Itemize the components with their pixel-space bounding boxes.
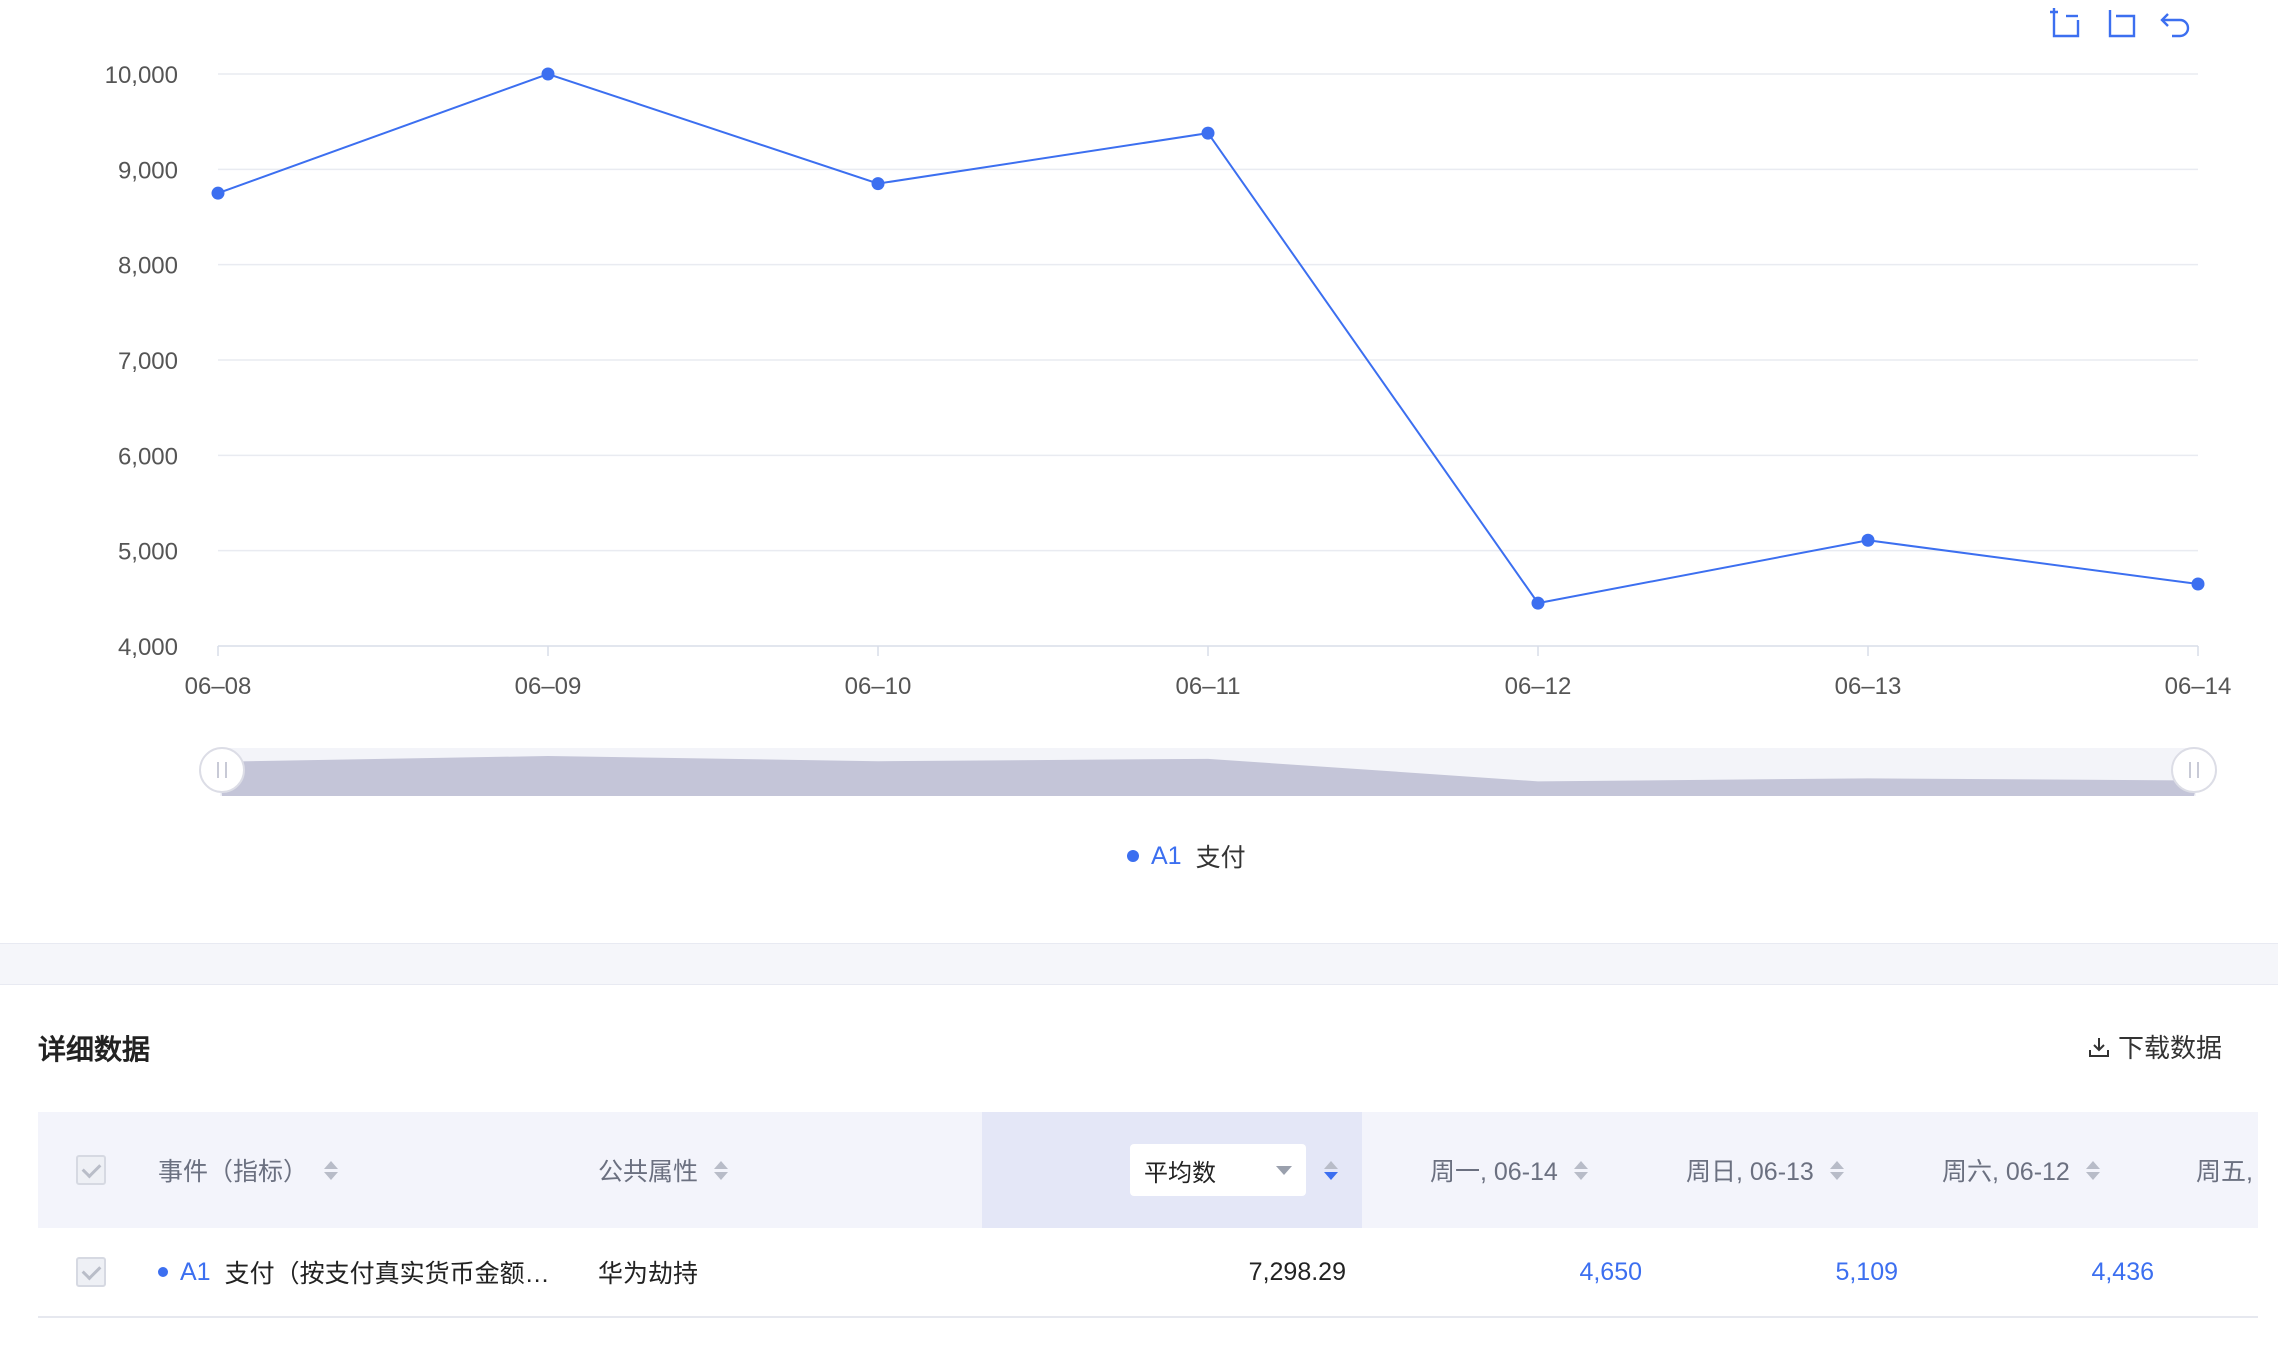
zoom-slider-handle[interactable] <box>199 747 245 793</box>
download-icon <box>2088 1037 2109 1057</box>
sort-icon[interactable] <box>1573 1160 1588 1180</box>
y-tick-label: 4,000 <box>118 634 178 661</box>
x-tick-label: 06–13 <box>1835 673 1902 700</box>
y-tick-label: 10,000 <box>105 62 178 89</box>
table-header: 事件（指标） 公共属性 平均数 周一, 06-14 周日, 06-13 周六, … <box>38 1112 2258 1228</box>
header-property[interactable]: 公共属性 <box>598 1112 729 1228</box>
zoom-reset-icon[interactable] <box>2108 10 2136 38</box>
header-date-2-label: 周日, 06-13 <box>1686 1158 1814 1186</box>
line-chart: 4,000 5,000 6,000 7,000 8,000 9,000 10,000 06–… <box>105 62 2232 796</box>
event-marker <box>158 1267 168 1277</box>
y-tick-label: 8,000 <box>118 253 178 280</box>
row-event-code: A1 <box>180 1257 211 1286</box>
aggregate-select-value: 平均数 <box>1144 1159 1216 1187</box>
header-property-label: 公共属性 <box>598 1158 699 1186</box>
y-tick-label: 6,000 <box>118 443 178 470</box>
header-date-1[interactable]: 周一, 06-14 <box>1430 1112 1588 1228</box>
data-point <box>2191 577 2205 591</box>
data-point <box>1531 596 1545 610</box>
y-tick-label: 7,000 <box>118 348 178 375</box>
header-date-4[interactable]: 周五, <box>2196 1112 2253 1228</box>
legend-marker <box>1127 850 1139 862</box>
table-row[interactable]: A1 支付（按支付真实货币金额… 华为劫持 7,298.29 4,650 5,1… <box>38 1228 2258 1318</box>
row-value-date-3[interactable]: 4,436 <box>1910 1228 2154 1316</box>
zoom-area-icon[interactable] <box>2050 8 2080 38</box>
chart-legend[interactable]: A1 支付 <box>1127 838 1246 874</box>
series-line <box>217 72 2199 605</box>
data-point <box>1861 533 1875 547</box>
section-title: 详细数据 <box>38 1034 151 1065</box>
legend-code: A1 <box>1151 841 1182 870</box>
sort-icon[interactable] <box>714 1160 729 1180</box>
row-average: 7,298.29 <box>1248 1257 1346 1286</box>
sort-icon[interactable] <box>2085 1160 2100 1180</box>
x-tick-label: 06–08 <box>185 673 252 700</box>
data-point <box>211 186 225 200</box>
data-point <box>1201 126 1215 140</box>
row-checkbox[interactable] <box>76 1257 106 1287</box>
x-tick-label: 06–09 <box>515 673 582 700</box>
y-tick-label: 9,000 <box>118 157 178 184</box>
download-label: 下载数据 <box>2117 1033 2222 1063</box>
row-value-date-2[interactable]: 5,109 <box>1654 1228 1898 1316</box>
x-tick-label: 06–12 <box>1505 673 1572 700</box>
row-value-date-1[interactable]: 4,650 <box>1398 1228 1642 1316</box>
data-point <box>541 67 555 81</box>
zoom-slider-handle[interactable] <box>2171 747 2217 793</box>
data-point <box>871 177 885 191</box>
row-event: A1 支付（按支付真实货币金额… <box>158 1228 550 1316</box>
header-date-3[interactable]: 周六, 06-12 <box>1942 1112 2100 1228</box>
header-date-4-label: 周五, <box>2196 1158 2253 1186</box>
legend-label: 支付 <box>1195 844 1246 872</box>
x-tick-label: 06–11 <box>1176 673 1241 700</box>
download-data-button[interactable]: 下载数据 <box>2088 1028 2222 1065</box>
header-date-3-label: 周六, 06-12 <box>1942 1158 2070 1186</box>
aggregate-select[interactable]: 平均数 <box>1130 1144 1306 1196</box>
sort-icon[interactable] <box>1829 1160 1844 1180</box>
header-event-label: 事件（指标） <box>158 1158 309 1186</box>
row-event-name: 支付（按支付真实货币金额… <box>224 1260 550 1288</box>
sort-icon[interactable] <box>324 1160 339 1180</box>
x-tick-label: 06–14 <box>2165 673 2232 700</box>
undo-icon[interactable] <box>2160 13 2190 38</box>
x-tick-label: 06–10 <box>845 673 912 700</box>
sort-icon[interactable] <box>1324 1160 1338 1180</box>
section-divider <box>0 943 2278 985</box>
header-event[interactable]: 事件（指标） <box>158 1112 339 1228</box>
header-date-2[interactable]: 周日, 06-13 <box>1686 1112 1844 1228</box>
detail-table: 事件（指标） 公共属性 平均数 周一, 06-14 周日, 06-13 周六, … <box>38 1112 2258 1318</box>
header-date-1-label: 周一, 06-14 <box>1430 1158 1558 1186</box>
select-all-checkbox[interactable] <box>76 1155 106 1185</box>
row-property: 华为劫持 <box>598 1260 699 1288</box>
y-tick-label: 5,000 <box>118 539 178 566</box>
chevron-down-icon <box>1276 1165 1292 1175</box>
